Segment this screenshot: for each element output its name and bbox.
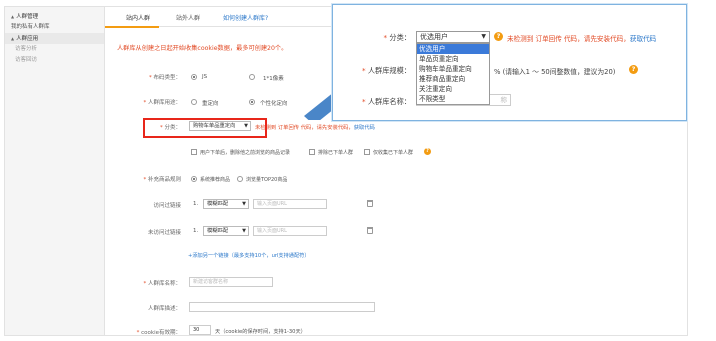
trash-icon[interactable] [367, 200, 373, 207]
top20-label: 浏览量TOP20商品 [246, 177, 288, 183]
usage-retarget-radio[interactable] [191, 99, 197, 105]
zoom-name-label: * 人群库名称： [361, 97, 411, 106]
layout-type-label: * 布码类型： [148, 75, 181, 81]
cookie-days-input[interactable]: 30 [189, 325, 211, 335]
category-dropdown: 优选用户 单品页重定向 购物车单品重定向 推荐商品重定向 关注重定向 不限类型 [416, 43, 490, 105]
not-visited-link-label: 未访问过链接 [147, 230, 181, 236]
category-warning: 未检测到 订单回传 代码，请先安装代码，获取代码 [255, 125, 375, 131]
sidebar: ▲ 人群管理 我的私有人群库 ▲ 人群应用 访客分析 访客回访 [5, 7, 105, 335]
zoom-scale-label: * 人群库规模： [361, 66, 411, 75]
exclude-ordered-checkbox[interactable] [309, 149, 315, 155]
visited-match-select[interactable]: 模糊匹配 ▼ [203, 199, 249, 209]
tab-onsite-crowd[interactable]: 站内人群 [126, 13, 150, 22]
notice-text: 人群库从创建之日起开始收集cookie数据，最多可创建20个。 [117, 45, 288, 52]
layout-js-label: JS [202, 74, 208, 80]
delete-history-label: 用户下单后，删除他之前浏览的商品记录 [200, 150, 291, 156]
sidebar-item-visitor-revisit[interactable]: 访客回访 [5, 55, 104, 66]
usage-personalized-label: 个性化定向 [260, 101, 288, 107]
zoom-category-label: * 分类： [383, 33, 411, 42]
get-code-link[interactable]: 获取代码 [354, 125, 375, 131]
help-icon[interactable]: ? [494, 32, 503, 41]
zoom-warning: 未检测到 订单回传 代码，请先安装代码，获取代码 [507, 35, 657, 43]
description-label: 人群库描述： [147, 306, 181, 312]
help-icon[interactable]: ? [424, 148, 431, 155]
tab-offsite-crowd[interactable]: 站外人群 [176, 13, 200, 22]
zoom-scale-note: % (请输入1 ～ 50间整数值，建议为20) [494, 68, 616, 76]
chevron-down-icon: ▼ [242, 228, 246, 234]
system-recommend-label: 系统推荐商品 [200, 177, 231, 183]
row-number: 1. [193, 201, 199, 207]
exclude-ordered-label: 排除已下单人群 [318, 150, 354, 156]
cookie-note: 天（cookie的保存时间，支持1-30天） [215, 329, 306, 335]
not-visited-url-input[interactable]: 输入页面URL [253, 226, 327, 236]
usage-personalized-radio[interactable] [249, 99, 255, 105]
triangle-down-icon: ▲ [11, 14, 15, 19]
help-icon[interactable]: ? [629, 65, 638, 74]
zoom-get-code-link[interactable]: 获取代码 [630, 35, 656, 43]
active-tab-indicator [105, 26, 159, 28]
triangle-down-icon: ▲ [11, 36, 15, 41]
name-input[interactable]: 新建访客群名称 [189, 277, 273, 287]
only-ordered-checkbox[interactable] [364, 149, 370, 155]
name-label: * 人群库名称： [143, 281, 181, 287]
only-ordered-label: 仅收集已下单人群 [373, 150, 414, 156]
add-link-button[interactable]: +添加另一个链接（最多支持10个，url支持通配符） [188, 252, 310, 259]
option-product-page-retarget[interactable]: 单品页重定向 [417, 54, 489, 64]
supplement-label: * 补充商品规则 [143, 177, 181, 183]
visited-url-input[interactable]: 输入页面URL [253, 199, 327, 209]
description-input[interactable] [189, 302, 375, 312]
visited-link-label: 访问过链接 [153, 203, 181, 209]
layout-pixel-label: 1*1像素 [263, 76, 284, 82]
sidebar-item-crowd-application[interactable]: ▲ 人群应用 [5, 33, 104, 44]
sidebar-item-crowd-management[interactable]: ▲ 人群管理 [5, 11, 104, 22]
zoom-callout: * 分类： 优选用户 ▼ ? 未检测到 订单回传 代码，请先安装代码，获取代码 *… [332, 4, 687, 121]
zoom-category-select[interactable]: 优选用户 ▼ [416, 31, 490, 43]
not-visited-match-select[interactable]: 模糊匹配 ▼ [203, 226, 249, 236]
system-recommend-radio[interactable] [191, 176, 197, 182]
option-recommend-retarget[interactable]: 推荐商品重定向 [417, 74, 489, 84]
how-to-create-link[interactable]: 如何创建人群库? [223, 13, 268, 22]
usage-label: * 人群库用途： [143, 100, 181, 106]
layout-pixel-radio[interactable] [249, 74, 255, 80]
trash-icon[interactable] [367, 227, 373, 234]
row-number: 1. [193, 228, 199, 234]
option-preferred-users[interactable]: 优选用户 [417, 44, 489, 54]
option-follow-retarget[interactable]: 关注重定向 [417, 84, 489, 94]
delete-history-checkbox[interactable] [191, 149, 197, 155]
option-no-limit[interactable]: 不限类型 [417, 94, 489, 104]
sidebar-item-private-library[interactable]: 我的私有人群库 [5, 22, 104, 33]
top20-radio[interactable] [237, 176, 243, 182]
chevron-down-icon: ▼ [481, 33, 486, 40]
chevron-down-icon: ▼ [242, 201, 246, 207]
category-highlight-box [143, 118, 267, 138]
usage-retarget-label: 重定向 [202, 101, 219, 107]
sidebar-item-visitor-analysis[interactable]: 访客分析 [5, 44, 104, 55]
cookie-label: * cookie有效期： [136, 330, 181, 336]
layout-js-radio[interactable] [191, 74, 197, 80]
option-cart-retarget[interactable]: 购物车单品重定向 [417, 64, 489, 74]
